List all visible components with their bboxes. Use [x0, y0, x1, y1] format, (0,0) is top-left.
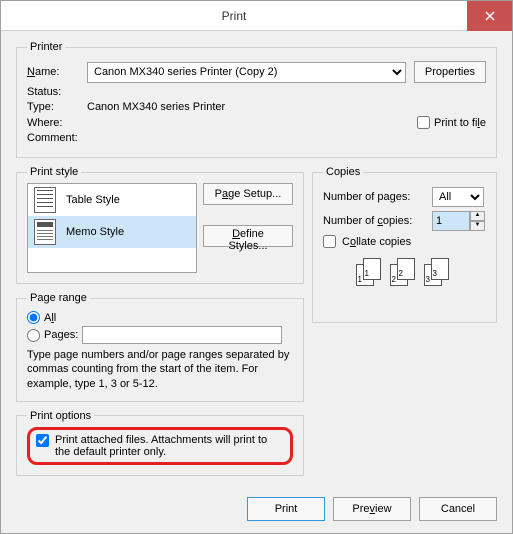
comment-label: Comment: [27, 132, 87, 144]
page-range-hint: Type page numbers and/or page ranges sep… [27, 348, 293, 391]
printer-group: Printer Name: Canon MX340 series Printer… [16, 41, 497, 158]
cancel-button[interactable]: Cancel [419, 497, 497, 521]
num-pages-select[interactable]: All [432, 187, 484, 207]
all-radio[interactable] [27, 311, 40, 324]
page-range-group: Page range All Pages: Type page numbers … [16, 292, 304, 402]
page-range-legend: Page range [27, 292, 90, 304]
pages-input[interactable] [82, 326, 282, 344]
spin-up[interactable]: ▲ [470, 211, 485, 221]
style-label: Table Style [66, 194, 120, 206]
collate-checkbox[interactable] [323, 235, 336, 248]
print-style-legend: Print style [27, 166, 81, 178]
num-copies-input[interactable] [432, 211, 470, 231]
printer-name-select[interactable]: Canon MX340 series Printer (Copy 2) [87, 62, 406, 83]
close-button[interactable] [467, 1, 512, 31]
style-list[interactable]: Table Style Memo Style [27, 183, 197, 273]
print-button[interactable]: Print [247, 497, 325, 521]
pages-label: Pages: [44, 329, 78, 341]
print-options-legend: Print options [27, 410, 94, 422]
style-item-table[interactable]: Table Style [28, 184, 196, 216]
window-title: Print [1, 9, 467, 23]
pages-radio[interactable] [27, 329, 40, 342]
print-attached-label: Print attached files. Attachments will p… [55, 434, 284, 458]
print-attached-checkbox[interactable] [36, 434, 49, 447]
page-setup-button[interactable]: Page Setup... [203, 183, 293, 205]
type-value: Canon MX340 series Printer [87, 101, 225, 113]
copies-legend: Copies [323, 166, 363, 178]
print-to-file-checkbox[interactable] [417, 116, 430, 129]
titlebar: Print [1, 1, 512, 31]
num-pages-label: Number of pages: [323, 191, 426, 203]
style-item-memo[interactable]: Memo Style [28, 216, 196, 248]
close-icon [485, 11, 495, 21]
printer-legend: Printer [27, 41, 65, 53]
print-style-group: Print style Table Style Memo Style [16, 166, 304, 284]
status-label: Status: [27, 86, 87, 98]
collate-preview: 11 22 33 [323, 258, 486, 288]
name-label: Name: [27, 66, 87, 78]
num-copies-label: Number of copies: [323, 215, 426, 227]
print-dialog: Print Printer Name: Canon MX340 series P… [0, 0, 513, 534]
copies-group: Copies Number of pages: All Number of co… [312, 166, 497, 323]
preview-button[interactable]: Preview [333, 497, 411, 521]
print-options-group: Print options Print attached files. Atta… [16, 410, 304, 476]
collate-label: Collate copies [342, 236, 411, 248]
type-label: Type: [27, 101, 87, 113]
define-styles-button[interactable]: Define Styles... [203, 225, 293, 247]
dialog-buttons: Print Preview Cancel [247, 497, 497, 521]
table-style-icon [34, 187, 56, 213]
memo-style-icon [34, 219, 56, 245]
where-label: Where: [27, 117, 87, 129]
style-label: Memo Style [66, 226, 124, 238]
spin-down[interactable]: ▼ [470, 221, 485, 231]
properties-button[interactable]: Properties [414, 61, 486, 83]
highlight-box: Print attached files. Attachments will p… [27, 427, 293, 465]
print-to-file-label: Print to file [434, 117, 486, 129]
all-label: All [44, 312, 56, 324]
